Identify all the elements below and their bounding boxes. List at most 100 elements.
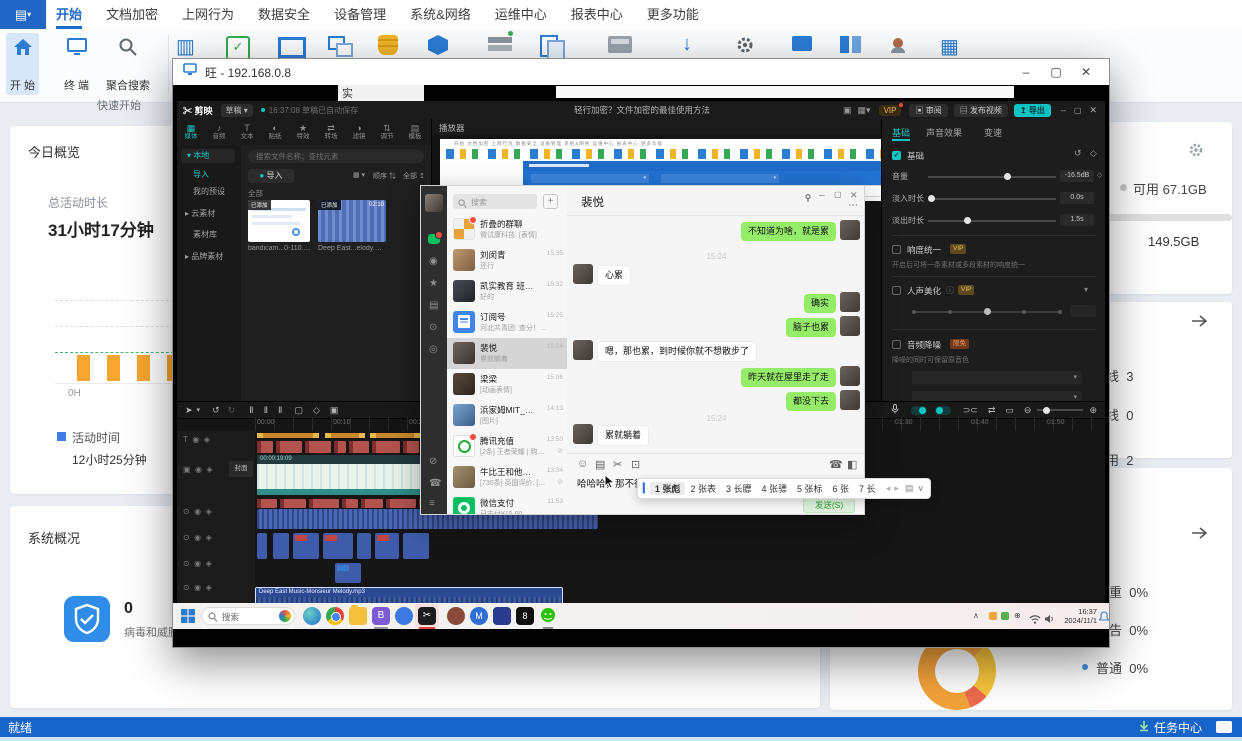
audio-clip[interactable] [323,533,353,559]
wechat-icon[interactable] [539,607,557,625]
m-app-icon[interactable]: M [470,607,488,625]
marker-clip[interactable] [370,433,420,438]
fade-in-slider[interactable] [928,198,1056,200]
hexagon-icon[interactable] [428,35,448,55]
avatar[interactable] [425,194,443,212]
nav-library[interactable]: 素材库 [193,229,217,240]
tab-ops-center[interactable]: 运维中心 [495,0,547,29]
audio-track-header[interactable]: ⊙ ◉ ◈ [183,559,212,568]
audio-label-clip[interactable] [342,499,358,508]
contact-item[interactable]: 浜家姆MIT_彬彬14:13[图片] [447,400,567,431]
zoom-out-icon[interactable]: ⊖ [1024,405,1032,416]
nav-brand[interactable]: ▸ 品牌素材 [185,251,223,262]
preview-axis-icon[interactable]: ▭ [1005,405,1014,416]
audio-label-clip[interactable] [280,499,306,508]
align-icon[interactable]: ⇄ [988,405,996,416]
chat-icon[interactable] [428,234,440,244]
tab-data-security[interactable]: 数据安全 [258,0,310,29]
chevron-down-icon[interactable]: ▾ [1084,285,1088,294]
video-thumbnail[interactable]: 已添加 [248,200,310,242]
audio-track-header[interactable]: ⊙ ◉ ◈ [183,533,212,542]
keyframe-icon[interactable]: ◇ [1090,148,1097,159]
ribbon-search-button[interactable]: 聚合搜索 [102,33,154,95]
tool-effects[interactable]: ★特效 [289,119,317,145]
audio-clip[interactable] [257,533,267,559]
subtitle-clip[interactable] [349,441,369,453]
ime-panel-icon[interactable]: ▤ [905,483,914,494]
phone-icon[interactable]: ☎ [429,478,441,489]
video-track-header[interactable]: ▣ ◉ ◈ [183,465,213,474]
minimize-button[interactable]: – [819,190,825,201]
audio-clip[interactable] [273,533,289,559]
ime-candidate[interactable]: 6 张 [828,482,855,495]
arrow-right-icon[interactable] [1190,314,1208,333]
maximize-button[interactable]: ▢ [1041,65,1071,79]
pin-icon[interactable] [803,190,813,208]
taskbar-search[interactable]: 搜索 [201,607,295,625]
info-icon[interactable]: ⓘ [946,285,954,296]
tool-template[interactable]: ▤模板 [401,119,429,145]
mic-icon[interactable] [891,404,899,416]
sort-button[interactable]: 顺序 ⇅ [373,171,396,181]
audio-thumbnail[interactable]: 已添加 02:10 [318,200,386,242]
nav-local[interactable]: ▾ 本地 [181,149,235,163]
subtitle-clip[interactable] [276,441,302,453]
nav-cloud[interactable]: ▸ 云素材 [185,208,215,219]
preview-toggle[interactable] [935,406,951,415]
ribbon-home-button[interactable]: 开 始 [6,33,39,95]
tab-web-behavior[interactable]: 上网行为 [182,0,234,29]
minimize-button[interactable]: – [1061,105,1066,115]
navy-app-icon[interactable] [493,607,511,625]
audio-label-clip[interactable] [361,499,383,508]
voice-value[interactable] [1070,305,1096,317]
monitor-icon[interactable] [278,37,306,58]
ime-candidate[interactable]: 2 张表 [685,482,721,495]
emoji-icon[interactable]: ☺ [577,458,588,470]
tool-adjust[interactable]: ⇅调节 [373,119,401,145]
record-toggle[interactable] [911,406,927,415]
audio-label-clip[interactable] [309,499,339,508]
cursor-tool[interactable]: ➤ [185,405,193,416]
text-track-header[interactable]: T ◉ ◈ [183,435,210,444]
app-logo[interactable]: ▤▾ [0,0,46,29]
voice-slider[interactable] [912,311,1062,313]
ime-candidate[interactable]: 4 张骠 [756,482,792,495]
tab-speed[interactable]: 变速 [984,126,1002,139]
contacts-icon[interactable]: ◉ [429,256,438,267]
ime-candidate[interactable]: 7 长 [854,482,881,495]
layout-icon[interactable]: ▦▾ [858,105,871,116]
voice-checkbox[interactable] [892,286,901,295]
keyframe-icon[interactable]: ◇ [1097,171,1102,179]
audio-clip[interactable] [403,533,429,559]
audio-track-header[interactable]: ⊙ ◉ ◈ [183,583,212,592]
ime-next-icon[interactable]: ▸ [894,483,899,494]
nav-presets[interactable]: 我的预设 [193,186,225,197]
chrome-icon[interactable] [326,607,344,625]
mark-icon[interactable]: ◇ [313,405,320,416]
delete-icon[interactable]: ▢ [294,405,303,416]
files-icon[interactable]: ▤ [429,300,438,311]
ime-prev-icon[interactable]: ◂ [886,483,891,494]
contact-item[interactable]: 订阅号15:25河北共青团: 查分！时间定了... [447,307,567,338]
zoom-in-icon[interactable]: ⊕ [1089,405,1097,416]
undo-icon[interactable]: ↺ [212,405,220,416]
review-button[interactable]: ▣ 审阅 [909,104,947,117]
tool-filter[interactable]: ◑滤镜 [345,119,373,145]
media-search-input[interactable]: 搜索文件名称；查找元素 [248,150,424,163]
split-icon[interactable]: Ⅱ [249,405,253,416]
task-center-link[interactable]: 任务中心 [1154,719,1202,736]
file-icon[interactable]: ▤ [595,458,605,471]
view-mode-button[interactable]: ▦ ▾ [353,171,365,179]
cover-button[interactable]: 封面 [229,461,253,477]
reset-icon[interactable]: ↺ [1074,148,1082,159]
minimize-button[interactable]: – [1011,65,1041,79]
notification-bell-icon[interactable] [1099,610,1109,628]
maximize-button[interactable]: ▢ [834,190,842,199]
contact-item[interactable]: 腾讯充值13:50[2条] 王者荣耀 | 购买成... ⊘ [447,431,567,462]
marker-clip[interactable] [325,433,365,438]
contact-item[interactable]: 凯实教育 班主任13...15:32好的 [447,276,567,307]
grid-icon[interactable]: ▣ [843,105,852,116]
tab-more[interactable]: 更多功能 [647,0,699,29]
add-chat-button[interactable]: + [543,194,558,209]
report-icon[interactable]: ▥ [176,34,198,58]
